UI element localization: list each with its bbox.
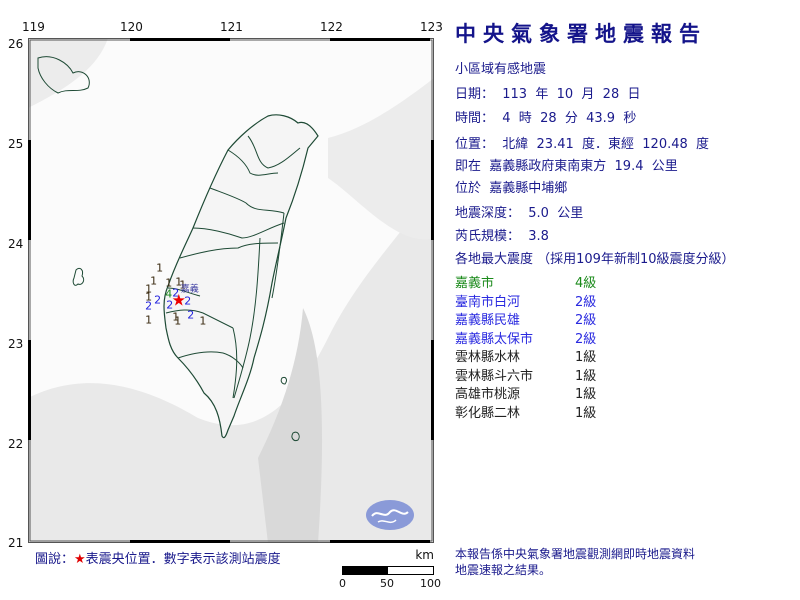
station-intensity-marker: 1	[156, 261, 163, 274]
intensity-level: 1級	[575, 368, 597, 384]
report-time: 時間： 4 時 28 分 43.9 秒	[455, 111, 637, 126]
station-intensity-marker: 1	[145, 291, 152, 304]
intensity-place: 臺南市白河	[455, 294, 521, 310]
station-intensity-marker: 1	[145, 314, 152, 327]
footer-line-1: 本報告係中央氣象署地震觀測網即時地震資料	[455, 547, 696, 561]
report-township: 位於 嘉義縣中埔鄉	[455, 181, 568, 196]
report-location: 位置： 北緯 23.41 度．東經 120.48 度	[455, 137, 710, 152]
intensity-place: 彰化縣二林	[455, 405, 521, 421]
lat-tick: 22	[8, 437, 24, 451]
report-magnitude: 芮氏規模： 3.8	[455, 229, 549, 244]
report-footer: 本報告係中央氣象署地震觀測網即時地震資料 地震速報之結果。	[455, 546, 695, 578]
station-intensity-marker: 1	[199, 315, 206, 328]
intensity-place: 嘉義縣民雄	[455, 313, 521, 328]
intensity-place: 嘉義縣太保市	[455, 331, 534, 347]
intensity-row: 彰化縣二林 1級	[455, 402, 596, 421]
intensity-row: 高雄市桃源 1級	[455, 383, 596, 402]
intensity-level: 1級	[575, 405, 597, 421]
intensity-row: 臺南市白河 2級	[455, 291, 596, 310]
map-frame: 2 2 2 2 2 2 4 1 1 1 1 1 1 1 1 1 1 1 嘉義 ★	[28, 38, 434, 543]
report-relative-location: 即在 嘉義縣政府東南東方 19.4 公里	[455, 159, 678, 174]
intensity-place: 嘉義市	[455, 276, 495, 291]
scale-label: 50	[380, 577, 394, 590]
lat-tick: 25	[8, 137, 24, 151]
report-date: 日期： 113 年 10 月 28 日	[455, 87, 641, 102]
scale-bar: km 0 50 100	[339, 548, 441, 593]
lat-tick: 21	[8, 536, 24, 550]
intensity-level: 2級	[575, 331, 597, 347]
scale-bar-graphic	[342, 566, 434, 575]
footer-line-2: 地震速報之結果。	[455, 563, 552, 577]
intensity-place: 雲林縣斗六市	[455, 368, 534, 384]
scale-label: 100	[420, 577, 441, 590]
map-legend: 圖說：★表震央位置．數字表示該測站震度	[35, 548, 281, 567]
epicenter-star-icon: ★	[172, 291, 186, 310]
station-intensity-marker: 1	[174, 315, 181, 328]
intensity-level: 1級	[575, 350, 597, 365]
lat-tick: 23	[8, 337, 24, 351]
lon-tick: 121	[220, 20, 243, 34]
lon-tick: 120	[120, 20, 143, 34]
intensity-level: 4級	[575, 276, 597, 291]
star-icon: ★	[74, 552, 86, 567]
report-title: 中央氣象署地震報告	[455, 22, 707, 46]
intensity-level: 1級	[575, 387, 597, 402]
intensity-level: 2級	[575, 313, 597, 328]
intensity-row: 雲林縣水林 1級	[455, 346, 596, 365]
intensity-level: 2級	[575, 294, 597, 310]
intensity-row: 雲林縣斗六市 1級	[455, 365, 596, 384]
scale-unit: km	[415, 548, 434, 562]
report-depth: 地震深度： 5.0 公里	[455, 206, 584, 221]
lon-tick: 119	[22, 20, 45, 34]
intensity-row: 嘉義縣太保市 2級	[455, 328, 596, 347]
station-intensity-marker: 1	[165, 276, 172, 289]
report-subtitle: 小區域有感地震	[455, 62, 547, 77]
cwa-logo-icon	[366, 500, 414, 530]
lon-tick: 123	[420, 20, 443, 34]
intensity-header: 各地最大震度 （採用109年新制10級震度分級）	[455, 252, 735, 267]
intensity-row: 嘉義縣民雄 2級	[455, 309, 596, 328]
map: 222 2 22411 1 11111 11 1嘉義★	[28, 38, 434, 543]
legend-prefix: 圖說：	[35, 552, 75, 567]
station-intensity-marker: 2	[187, 309, 194, 322]
scale-label: 0	[339, 577, 346, 590]
lon-tick: 122	[320, 20, 343, 34]
intensity-place: 高雄市桃源	[455, 387, 521, 402]
intensity-place: 雲林縣水林	[455, 350, 521, 365]
station-intensity-marker: 2	[154, 294, 161, 307]
lat-tick: 26	[8, 37, 24, 51]
intensity-row: 嘉義市 4級	[455, 272, 596, 291]
legend-text: 表震央位置．數字表示該測站震度	[85, 552, 281, 567]
lat-tick: 24	[8, 237, 24, 251]
